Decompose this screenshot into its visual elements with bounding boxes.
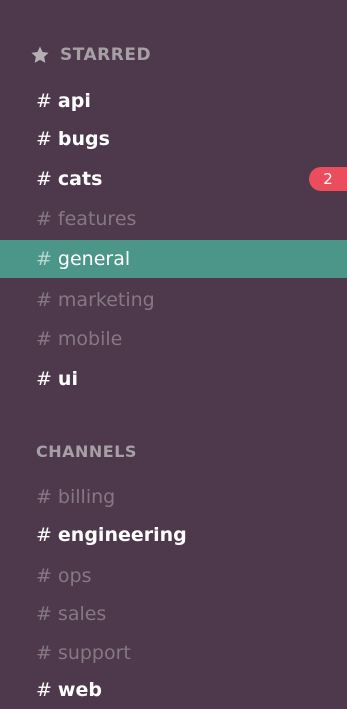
channel-sidebar: STARRED # api # bugs # cats 2 # features…: [0, 0, 347, 704]
hash-icon: #: [36, 168, 52, 190]
channels-section-header[interactable]: CHANNELS: [36, 442, 137, 461]
hash-icon: #: [36, 642, 52, 664]
channel-item-api[interactable]: # api: [0, 82, 347, 120]
hash-icon: #: [36, 90, 52, 112]
channel-item-engineering[interactable]: # engineering: [0, 516, 347, 554]
hash-icon: #: [36, 486, 52, 508]
hash-icon: #: [36, 208, 52, 230]
channels-header-label: CHANNELS: [36, 442, 137, 461]
channel-item-ui[interactable]: # ui: [0, 360, 347, 398]
channel-name: general: [57, 248, 131, 270]
hash-icon: #: [36, 328, 52, 350]
channel-item-marketing[interactable]: # marketing: [0, 281, 347, 319]
hash-icon: #: [36, 603, 52, 625]
channel-name: ui: [57, 368, 78, 390]
channel-item-billing[interactable]: # billing: [0, 478, 347, 516]
channel-item-mobile[interactable]: # mobile: [0, 320, 347, 358]
channel-name: billing: [57, 486, 116, 508]
channel-item-web[interactable]: # web: [0, 671, 347, 709]
channel-item-ops[interactable]: # ops: [0, 557, 347, 595]
hash-icon: #: [36, 289, 52, 311]
channel-name: engineering: [57, 524, 187, 546]
hash-icon: #: [36, 679, 52, 701]
channel-name: cats: [57, 168, 103, 190]
channel-name: web: [57, 679, 102, 701]
channel-item-features[interactable]: # features: [0, 200, 347, 238]
hash-icon: #: [36, 248, 52, 270]
unread-count-badge: 2: [309, 167, 347, 191]
starred-section-header[interactable]: STARRED: [30, 45, 151, 65]
channel-name: mobile: [57, 328, 123, 350]
channel-item-general[interactable]: # general: [0, 240, 347, 278]
hash-icon: #: [36, 524, 52, 546]
channel-name: bugs: [57, 128, 110, 150]
hash-icon: #: [36, 565, 52, 587]
channel-item-sales[interactable]: # sales: [0, 595, 347, 633]
channel-name: sales: [57, 603, 107, 625]
channel-name: ops: [57, 565, 92, 587]
channel-name: support: [57, 642, 131, 664]
star-icon: [31, 46, 49, 63]
channel-item-bugs[interactable]: # bugs: [0, 120, 347, 158]
channel-name: features: [57, 208, 137, 230]
hash-icon: #: [36, 368, 52, 390]
channel-item-support[interactable]: # support: [0, 634, 347, 672]
channel-item-cats[interactable]: # cats 2: [0, 160, 347, 198]
channel-name: api: [57, 90, 91, 112]
starred-header-label: STARRED: [60, 45, 152, 65]
hash-icon: #: [36, 128, 52, 150]
channel-name: marketing: [57, 289, 155, 311]
